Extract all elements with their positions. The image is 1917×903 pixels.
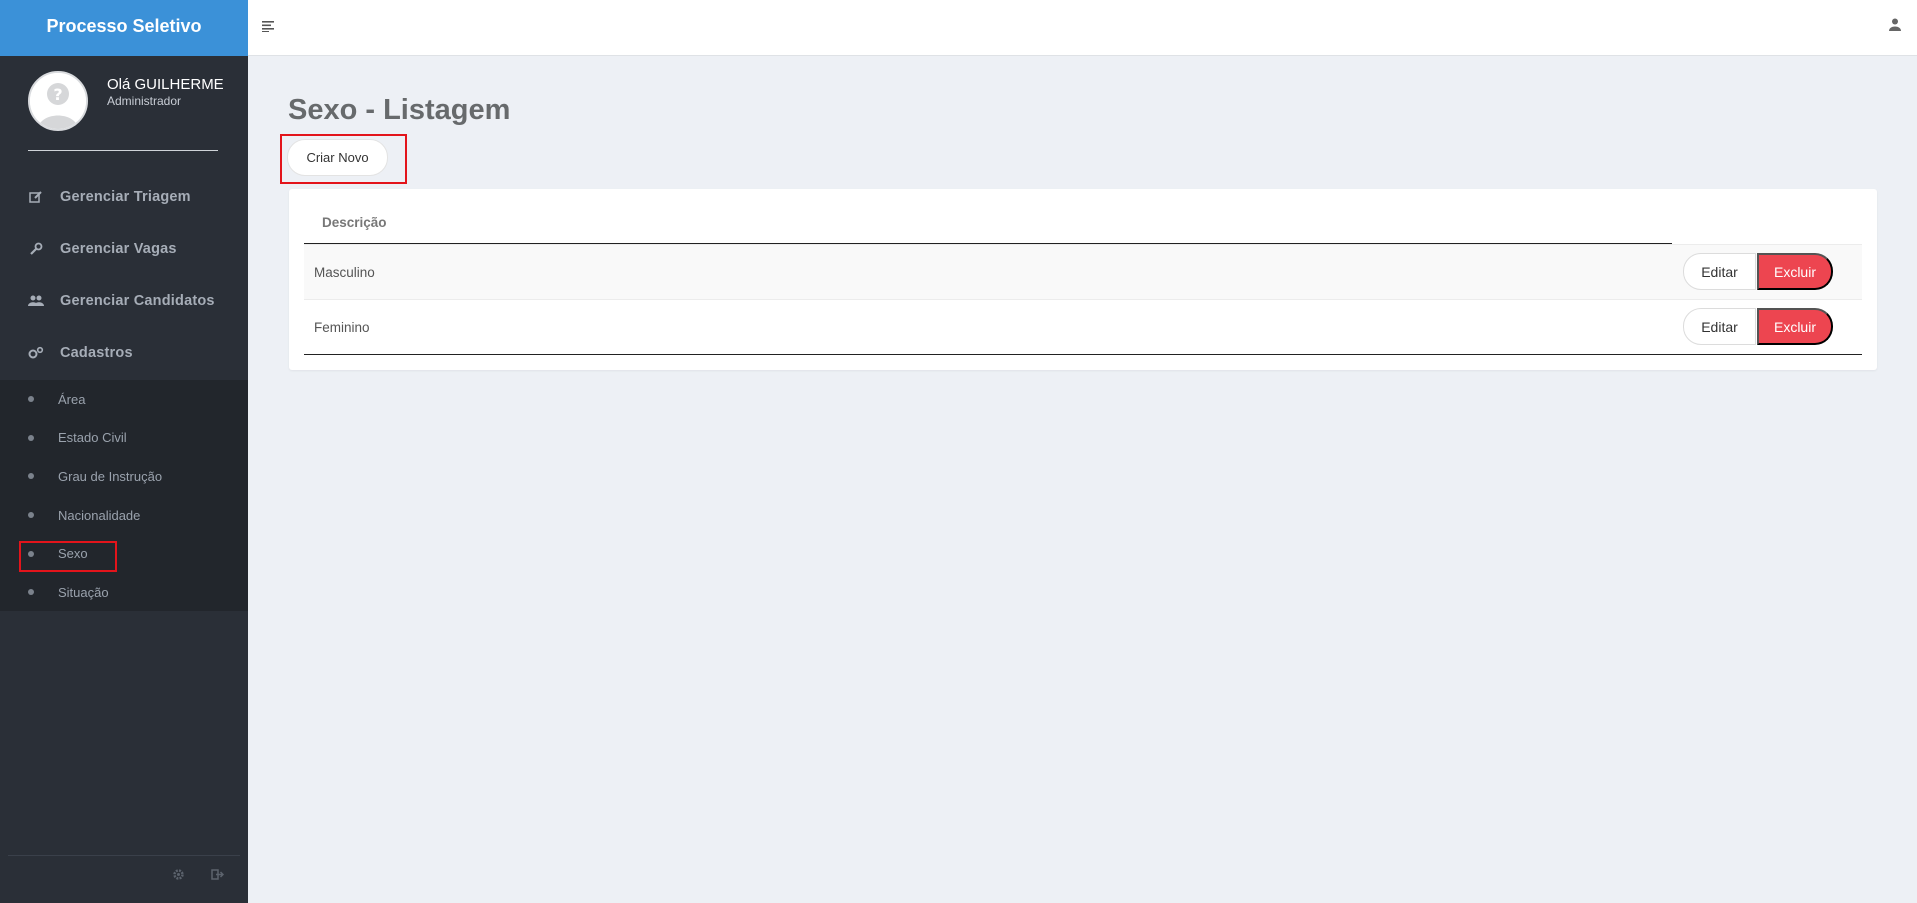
listing-table: Descrição Masculino Editar Excluir Femin… — [304, 199, 1862, 355]
nav-item-label: Gerenciar Triagem — [60, 189, 191, 205]
nav-item-cadastros[interactable]: Cadastros — [0, 327, 248, 379]
avatar: ? — [28, 71, 88, 131]
subnav-item-estado-civil[interactable]: Estado Civil — [0, 419, 248, 458]
edit-button[interactable]: Editar — [1683, 253, 1756, 290]
profile-role: Administrador — [107, 94, 182, 108]
svg-text:?: ? — [53, 85, 62, 104]
bullet-icon — [28, 589, 34, 596]
nav-item-gerenciar-vagas[interactable]: Gerenciar Vagas — [0, 223, 248, 275]
page-title: Sexo - Listagem — [288, 94, 511, 126]
gear-icon[interactable] — [170, 866, 186, 882]
subnav-item-label: Estado Civil — [58, 430, 127, 446]
sidebar: Processo Seletivo ? Olá GUILHERME Admini… — [0, 0, 248, 903]
bullet-icon — [28, 473, 34, 480]
main-nav: Gerenciar Triagem Gerenciar Vagas Gerenc… — [0, 171, 248, 379]
delete-button[interactable]: Excluir — [1757, 308, 1833, 345]
subnav-item-label: Grau de Instrução — [58, 468, 163, 484]
cadastros-submenu: Área Estado Civil Grau de Instrução Naci… — [0, 380, 248, 611]
delete-button[interactable]: Excluir — [1757, 253, 1833, 290]
nav-item-gerenciar-triagem[interactable]: Gerenciar Triagem — [0, 171, 248, 223]
subnav-item-situacao[interactable]: Situação — [0, 573, 248, 612]
nav-item-label: Cadastros — [60, 345, 133, 361]
table-bottom-border — [304, 354, 1862, 355]
bullet-icon — [28, 396, 34, 403]
table-row: Feminino Editar Excluir — [304, 299, 1862, 354]
profile-divider — [28, 150, 218, 151]
nav-item-label: Gerenciar Candidatos — [60, 293, 215, 309]
create-new-button[interactable]: Criar Novo — [287, 139, 388, 176]
wrench-icon — [28, 241, 44, 257]
listing-card: Descrição Masculino Editar Excluir Femin… — [289, 189, 1877, 370]
user-icon[interactable] — [1889, 18, 1905, 34]
app-root: Processo Seletivo ? Olá GUILHERME Admini… — [0, 0, 1917, 903]
topbar — [248, 0, 1917, 56]
sign-out-icon[interactable] — [209, 866, 225, 882]
menu-icon[interactable] — [262, 19, 278, 35]
row-value: Feminino — [314, 320, 370, 335]
subnav-item-grau-de-instrucao[interactable]: Grau de Instrução — [0, 457, 248, 496]
table-header: Descrição — [304, 199, 1862, 244]
sidebar-footer-divider — [8, 855, 240, 856]
subnav-item-nacionalidade[interactable]: Nacionalidade — [0, 496, 248, 535]
column-header-descricao[interactable]: Descrição — [322, 215, 387, 230]
edit-button[interactable]: Editar — [1683, 308, 1756, 345]
row-value: Masculino — [314, 265, 375, 280]
edit-icon — [28, 189, 44, 205]
subnav-item-area[interactable]: Área — [0, 380, 248, 419]
table-row: Masculino Editar Excluir — [304, 244, 1862, 299]
subnav-item-label: Nacionalidade — [58, 507, 141, 523]
profile-greeting: Olá GUILHERME — [107, 76, 224, 93]
brand-title[interactable]: Processo Seletivo — [0, 0, 248, 56]
nav-item-gerenciar-candidatos[interactable]: Gerenciar Candidatos — [0, 275, 248, 327]
subnav-item-label: Área — [58, 391, 86, 407]
default-avatar-icon: ? — [30, 73, 86, 129]
users-icon — [28, 293, 44, 309]
highlight-box-sexo — [19, 541, 117, 572]
cogs-icon — [28, 345, 44, 361]
bullet-icon — [28, 434, 34, 441]
bullet-icon — [28, 512, 34, 519]
user-profile: ? Olá GUILHERME Administrador — [0, 56, 248, 152]
nav-item-label: Gerenciar Vagas — [60, 241, 177, 257]
subnav-item-label: Situação — [58, 584, 109, 600]
